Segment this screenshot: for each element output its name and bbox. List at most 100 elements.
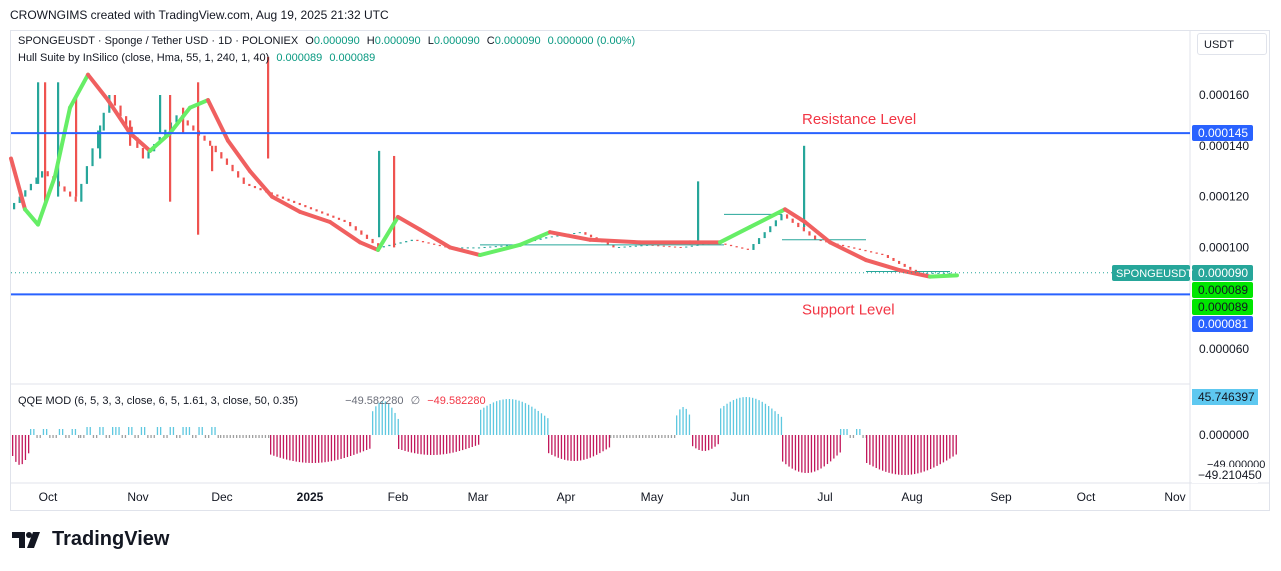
qqe-bar xyxy=(619,435,621,438)
qqe-bar xyxy=(153,435,155,438)
qqe-bar xyxy=(814,435,816,472)
qqe-bar xyxy=(232,435,235,438)
qqe-bar xyxy=(723,405,725,435)
qqe-bar xyxy=(359,435,361,453)
qqe-bar xyxy=(83,435,85,438)
qqe-bar xyxy=(295,435,297,462)
qqe-bar xyxy=(798,435,800,472)
qqe-bar xyxy=(471,435,473,447)
qqe-bar xyxy=(920,435,922,473)
x-tick-label: Nov xyxy=(1164,490,1185,504)
x-tick-label: Apr xyxy=(557,490,576,504)
candle xyxy=(752,244,755,250)
qqe-bar xyxy=(489,403,491,435)
qqe-bar xyxy=(608,435,611,448)
qqe-bar xyxy=(179,435,181,438)
chart-svg[interactable]: 0.0001600.0001400.0001200.0001000.000060… xyxy=(0,0,1281,571)
qqe-bar xyxy=(638,435,641,438)
candle xyxy=(44,82,47,202)
qqe-bar xyxy=(592,435,595,457)
qqe-bar xyxy=(622,435,625,438)
candle xyxy=(774,220,777,227)
candle xyxy=(304,205,307,208)
qqe-bar xyxy=(198,427,200,435)
qqe-bar xyxy=(468,435,470,449)
qqe-bar xyxy=(492,402,495,435)
qqe-bar xyxy=(518,400,520,435)
qqe-value-1: −49.582280 xyxy=(345,395,404,407)
tradingview-logo[interactable]: TradingView xyxy=(12,528,169,551)
qqe-bar xyxy=(599,435,601,454)
qqe-bar xyxy=(801,435,803,473)
qqe-bar xyxy=(682,407,684,435)
price-tag-value: 0.000090 xyxy=(1198,266,1248,280)
candle xyxy=(24,190,27,197)
currency-button[interactable]: USDT xyxy=(1197,33,1267,55)
candle xyxy=(847,246,850,248)
qqe-bar xyxy=(118,427,120,435)
qqe-bar xyxy=(134,435,136,438)
candle xyxy=(550,236,553,238)
candle xyxy=(634,245,637,247)
qqe-bar xyxy=(914,435,916,475)
qqe-bar xyxy=(334,435,336,461)
qqe-bar xyxy=(946,435,948,461)
candle xyxy=(276,194,279,197)
candle xyxy=(354,226,357,231)
qqe-bar xyxy=(55,435,57,438)
candle xyxy=(293,200,296,203)
qqe-bar xyxy=(554,435,556,457)
qqe-bar xyxy=(258,435,260,438)
qqe-bar xyxy=(560,435,563,459)
qqe-bar xyxy=(534,408,536,435)
x-tick-label: Jul xyxy=(817,490,832,504)
qqe-bar xyxy=(692,435,694,447)
qqe-bar xyxy=(401,435,403,450)
candle xyxy=(780,214,783,221)
qqe-bar xyxy=(670,435,673,438)
candle xyxy=(321,211,324,214)
candle xyxy=(539,238,542,240)
candle xyxy=(741,247,744,249)
qqe-bar xyxy=(397,418,399,435)
qqe-bar xyxy=(455,435,457,452)
qqe-bar xyxy=(195,435,197,438)
qqe-bar xyxy=(423,435,425,455)
symbol-legend[interactable]: SPONGEUSDT · Sponge / Tether USD · 1D · … xyxy=(18,35,639,47)
qqe-bar xyxy=(894,435,897,475)
qqe-bar xyxy=(810,435,813,473)
qqe-bar xyxy=(99,427,101,435)
qqe-bar xyxy=(547,418,549,435)
y-tick-label: 0.000060 xyxy=(1199,342,1249,356)
candle xyxy=(584,232,587,235)
qqe-bar xyxy=(39,435,41,438)
qqe-bar xyxy=(311,435,313,463)
candle xyxy=(903,263,906,267)
qqe-legend[interactable]: QQE MOD (6, 5, 3, 3, close, 6, 5, 1.61, … xyxy=(18,394,490,407)
y-tick-label: 0.000160 xyxy=(1199,88,1249,102)
candle xyxy=(589,234,593,238)
candle xyxy=(410,239,413,242)
candle xyxy=(13,202,16,210)
symbol-title: SPONGEUSDT · Sponge / Tether USD · 1D · … xyxy=(18,35,299,47)
candle xyxy=(343,219,346,222)
qqe-bar xyxy=(729,401,731,435)
qqe-bar xyxy=(268,435,270,438)
qqe-bar xyxy=(302,435,304,463)
qqe-bar xyxy=(695,435,697,449)
qqe-bar xyxy=(573,435,575,461)
qqe-bar xyxy=(214,427,216,435)
qqe-bar xyxy=(375,406,377,435)
hull-segment xyxy=(358,240,380,252)
qqe-bar xyxy=(433,435,435,455)
candle xyxy=(91,148,94,167)
qqe-bar xyxy=(286,435,288,460)
candle xyxy=(141,147,145,159)
qqe-bar xyxy=(33,429,35,435)
qqe-bar xyxy=(108,435,111,438)
candle xyxy=(242,177,245,184)
hull-legend[interactable]: Hull Suite by InSilico (close, Hma, 55, … xyxy=(18,52,379,64)
qqe-bar xyxy=(531,406,533,435)
qqe-bar xyxy=(685,408,687,435)
qqe-bar xyxy=(771,408,773,435)
